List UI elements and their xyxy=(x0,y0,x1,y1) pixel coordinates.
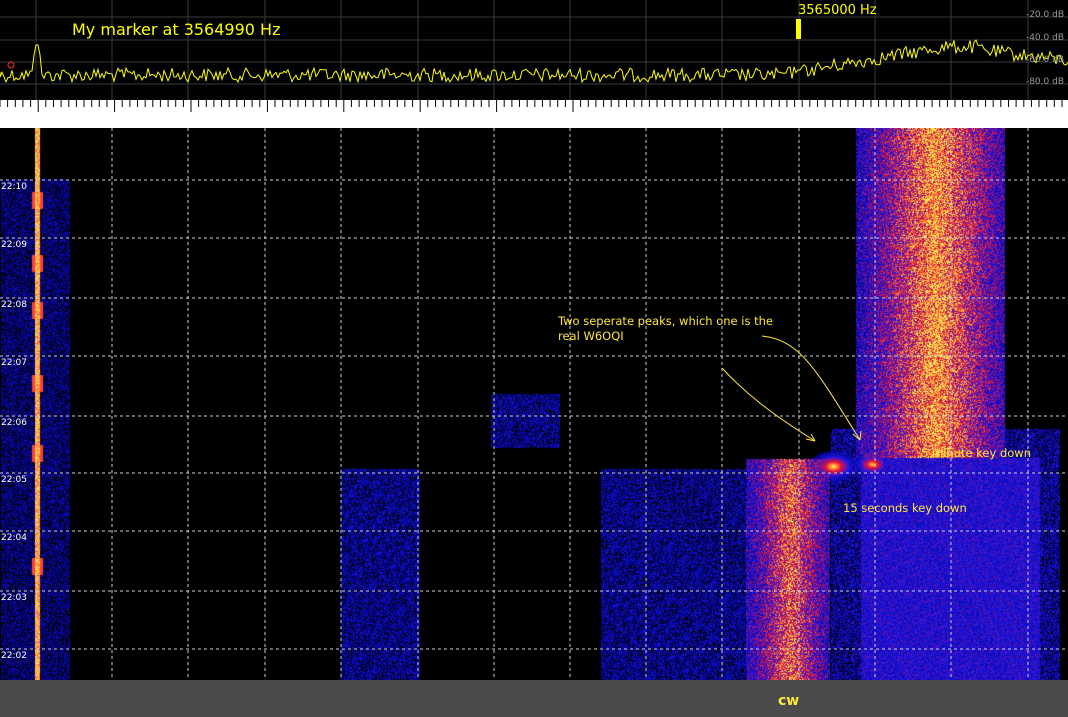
db-label-80: -80.0 dB xyxy=(1025,77,1064,87)
marker-dot xyxy=(7,61,15,69)
frequency-marker xyxy=(796,19,801,39)
db-label-40: -40.0 dB xyxy=(1025,33,1064,43)
time-label: 22:03 xyxy=(1,593,27,603)
status-bar xyxy=(0,680,1068,717)
db-label-60: -60.0 dB xyxy=(1025,55,1064,65)
waterfall-display[interactable]: 22:10 22:09 22:08 22:07 22:06 22:05 22:0… xyxy=(0,128,1068,680)
spectrum-trace xyxy=(0,39,1068,84)
frequency-ruler[interactable]: 10 Hz 9 8 7 6 5 4 3 2 1 0 1 2 3 xyxy=(0,100,1068,225)
time-label: 22:05 xyxy=(1,475,27,485)
time-label: 22:02 xyxy=(1,651,27,661)
annotation-fifteen-seconds: 15 seconds key down xyxy=(843,501,967,515)
annotation-two-peaks: Two seperate peaks, which one is the rea… xyxy=(558,314,773,344)
annotation-two-peaks-line2: real W6OQI xyxy=(558,329,624,343)
mode-indicator[interactable]: cw xyxy=(778,693,799,709)
time-label: 22:09 xyxy=(1,240,27,250)
time-label: 22:07 xyxy=(1,358,27,368)
time-label: 22:10 xyxy=(1,182,27,192)
db-label-20: -20.0 dB xyxy=(1025,10,1064,20)
marker-frequency-label: My marker at 3564990 Hz xyxy=(72,20,281,39)
center-frequency-label: 3565000 Hz xyxy=(798,3,877,18)
waterfall-grid xyxy=(0,128,1068,680)
time-label: 22:04 xyxy=(1,533,27,543)
time-label: 22:06 xyxy=(1,418,27,428)
annotation-two-peaks-line1: Two seperate peaks, which one is the xyxy=(558,314,773,328)
spectrum-panel[interactable]: My marker at 3564990 Hz 3565000 Hz -20.0… xyxy=(0,0,1068,100)
time-label: 22:08 xyxy=(1,300,27,310)
ruler-ticks xyxy=(0,100,1063,112)
spectrum-plot[interactable] xyxy=(0,0,1068,100)
annotation-five-minute: 5 minute key down xyxy=(921,446,1032,460)
